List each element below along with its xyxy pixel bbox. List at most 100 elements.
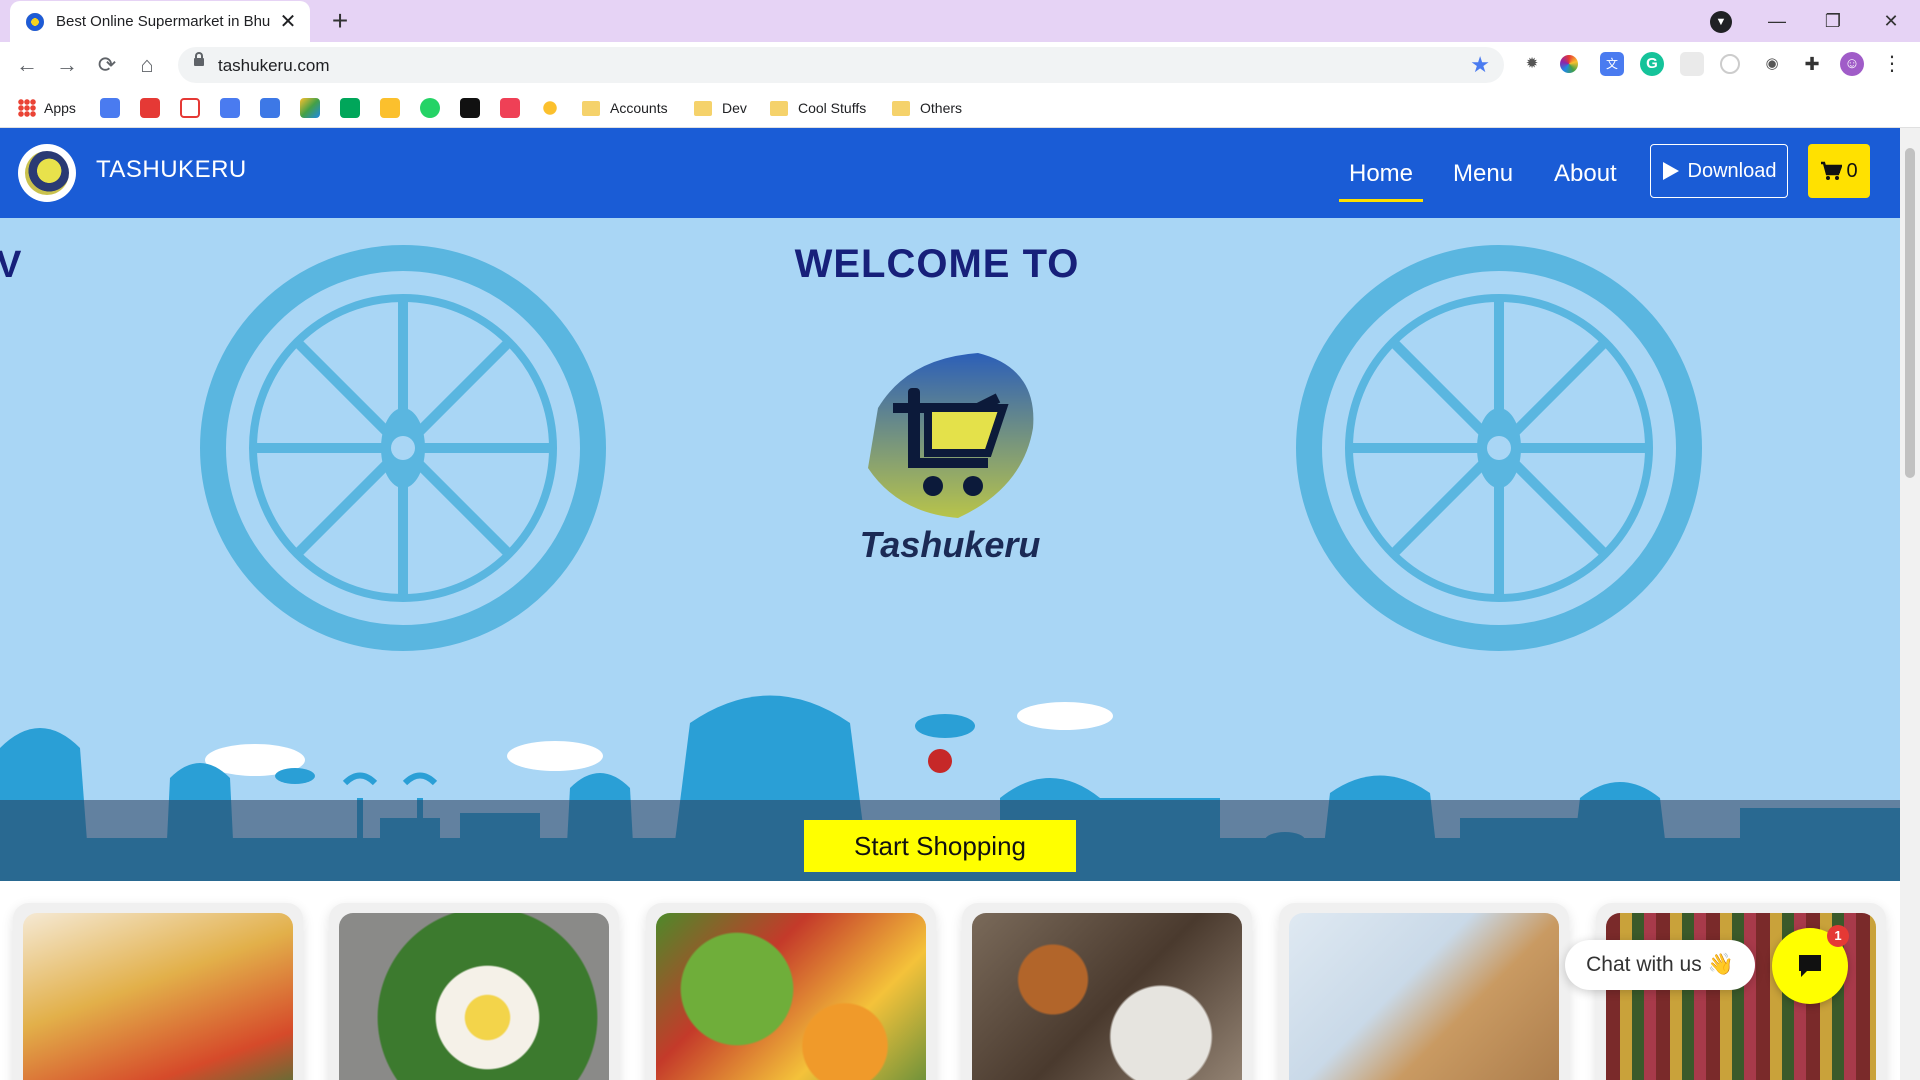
bookmark-site-10[interactable] [460, 96, 488, 120]
bookmark-apps[interactable]: Apps [18, 96, 76, 120]
bookmark-folder-cool-stuffs[interactable]: Cool Stuffs [770, 96, 866, 120]
chrome-menu-icon[interactable]: ⋮ [1880, 52, 1904, 76]
chat-icon [1799, 955, 1821, 977]
play-store-icon [1662, 162, 1679, 180]
bookmark-site-6[interactable] [300, 96, 328, 120]
bookmark-folder-label: Cool Stuffs [798, 100, 867, 116]
color-picker-extension-icon[interactable] [1560, 55, 1578, 73]
close-window-button[interactable]: ✕ [1876, 6, 1906, 36]
g-suite-icon [100, 98, 120, 118]
category-card[interactable] [962, 903, 1252, 1080]
hero-section: V WELCOME TO Tashukeru Start Shopping [0, 218, 1900, 881]
restaurant-food-image [972, 913, 1242, 1080]
page-scrollbar[interactable] [1900, 128, 1920, 1080]
extension-placeholder-icon[interactable] [1680, 52, 1704, 76]
tab-close-icon[interactable]: ✕ [278, 9, 298, 34]
bookmark-folder-label: Accounts [610, 100, 668, 116]
bookmark-site-9[interactable] [420, 96, 448, 120]
folder-icon [582, 100, 600, 116]
reload-button[interactable]: ⟳ [92, 50, 122, 80]
bookmarks-bar: Apps Accounts Dev Cool Stuffs Others [0, 88, 1920, 128]
forward-button[interactable]: → [52, 50, 82, 80]
parcel-delivery-image [1289, 913, 1559, 1080]
grocery-image [23, 913, 293, 1080]
bookmark-site-3[interactable] [180, 96, 208, 120]
wave-icon: 👋 [1707, 953, 1734, 976]
timer-extension-icon[interactable] [1720, 54, 1740, 74]
bug-extension-icon[interactable]: ✹ [1520, 52, 1544, 76]
konark-wheel-right-icon [1296, 245, 1702, 651]
nav-home-link[interactable]: Home [1338, 160, 1424, 202]
bookmark-site-11[interactable] [500, 96, 528, 120]
category-card[interactable] [13, 903, 303, 1080]
cart-count: 0 [1846, 159, 1858, 182]
download-button[interactable]: Download [1650, 144, 1788, 198]
site-navbar: TASHUKERU Home Menu About Download 0 [0, 128, 1900, 218]
category-card[interactable] [329, 903, 619, 1080]
bookmark-site-4[interactable] [220, 96, 248, 120]
folder-icon [892, 100, 910, 116]
apps-grid-icon [18, 99, 36, 117]
home-button[interactable]: ⌂ [132, 50, 162, 80]
extensions-puzzle-icon[interactable]: ✚ [1800, 52, 1824, 76]
nav-about-link[interactable]: About [1554, 160, 1617, 188]
start-shopping-button[interactable]: Start Shopping [804, 820, 1076, 872]
youtube-icon [140, 98, 160, 118]
medium-icon [460, 98, 480, 118]
tab-search-icon[interactable]: ▼ [1710, 11, 1732, 33]
docs-icon [260, 98, 280, 118]
vegetables-image [656, 913, 926, 1080]
profile-avatar[interactable]: ☺ [1840, 52, 1864, 76]
bookmark-site-12[interactable] [540, 96, 568, 120]
grammarly-extension-icon[interactable]: G [1640, 52, 1664, 76]
download-label: Download [1687, 159, 1777, 182]
hero-logo-text: Tashukeru [859, 524, 1041, 565]
cart-button[interactable]: 0 [1808, 144, 1870, 198]
browser-tab-active[interactable]: Best Online Supermarket in Bhub ✕ [10, 1, 310, 42]
bookmark-site-5[interactable] [260, 96, 288, 120]
bookmark-folder-accounts[interactable]: Accounts [582, 96, 668, 120]
translate-extension-icon[interactable]: 文 [1600, 52, 1624, 76]
category-card[interactable] [1279, 903, 1569, 1080]
meet-icon [340, 98, 360, 118]
bookmark-folder-label: Dev [722, 100, 747, 116]
tab-title: Best Online Supermarket in Bhub [56, 13, 270, 30]
bookmark-site-1[interactable] [100, 96, 128, 120]
bookmark-site-8[interactable] [380, 96, 408, 120]
lock-icon [194, 52, 204, 66]
cart-logo-icon [25, 151, 69, 195]
site-brand[interactable]: TASHUKERU [96, 156, 247, 184]
restore-button[interactable]: ❐ [1818, 6, 1848, 36]
hero-title: WELCOME TO [794, 242, 1080, 286]
bookmark-apps-label: Apps [44, 100, 76, 116]
browser-toolbar: ← → ⟳ ⌂ tashukeru.com ★ ✹ 文 G ◉ ✚ ☺ ⋮ [0, 42, 1920, 88]
bookmark-site-2[interactable] [140, 96, 168, 120]
konark-wheel-left-icon [200, 245, 606, 651]
folder-icon [694, 100, 712, 116]
site-logo[interactable] [18, 144, 76, 202]
calendar-icon [220, 98, 240, 118]
address-bar[interactable]: tashukeru.com ★ [178, 47, 1504, 83]
category-cards [0, 903, 1900, 1080]
camera-extension-icon[interactable]: ◉ [1760, 52, 1784, 76]
bookmark-folder-label: Others [920, 100, 963, 116]
chat-invite-bubble[interactable]: Chat with us 👋 [1565, 940, 1755, 990]
new-tab-button[interactable]: + [325, 6, 355, 36]
minimize-button[interactable]: — [1762, 6, 1792, 36]
scrollbar-thumb[interactable] [1905, 148, 1915, 478]
bookmark-site-7[interactable] [340, 96, 368, 120]
tab-favicon-icon [26, 12, 44, 31]
back-button[interactable]: ← [12, 50, 42, 80]
tashukeru-logo-icon [868, 353, 1034, 518]
category-card[interactable] [646, 903, 936, 1080]
browser-tabstrip: Best Online Supermarket in Bhub ✕ + ▼ — … [0, 0, 1920, 42]
weather-icon [540, 98, 560, 118]
bookmark-folder-others[interactable]: Others [892, 96, 962, 120]
nav-menu-link[interactable]: Menu [1453, 160, 1513, 188]
bookmark-star-icon[interactable]: ★ [1470, 52, 1490, 78]
drive-icon [300, 98, 320, 118]
bookmark-folder-dev[interactable]: Dev [694, 96, 747, 120]
url-text: tashukeru.com [218, 56, 330, 75]
meals-image [339, 913, 609, 1080]
folder-icon [770, 100, 788, 116]
